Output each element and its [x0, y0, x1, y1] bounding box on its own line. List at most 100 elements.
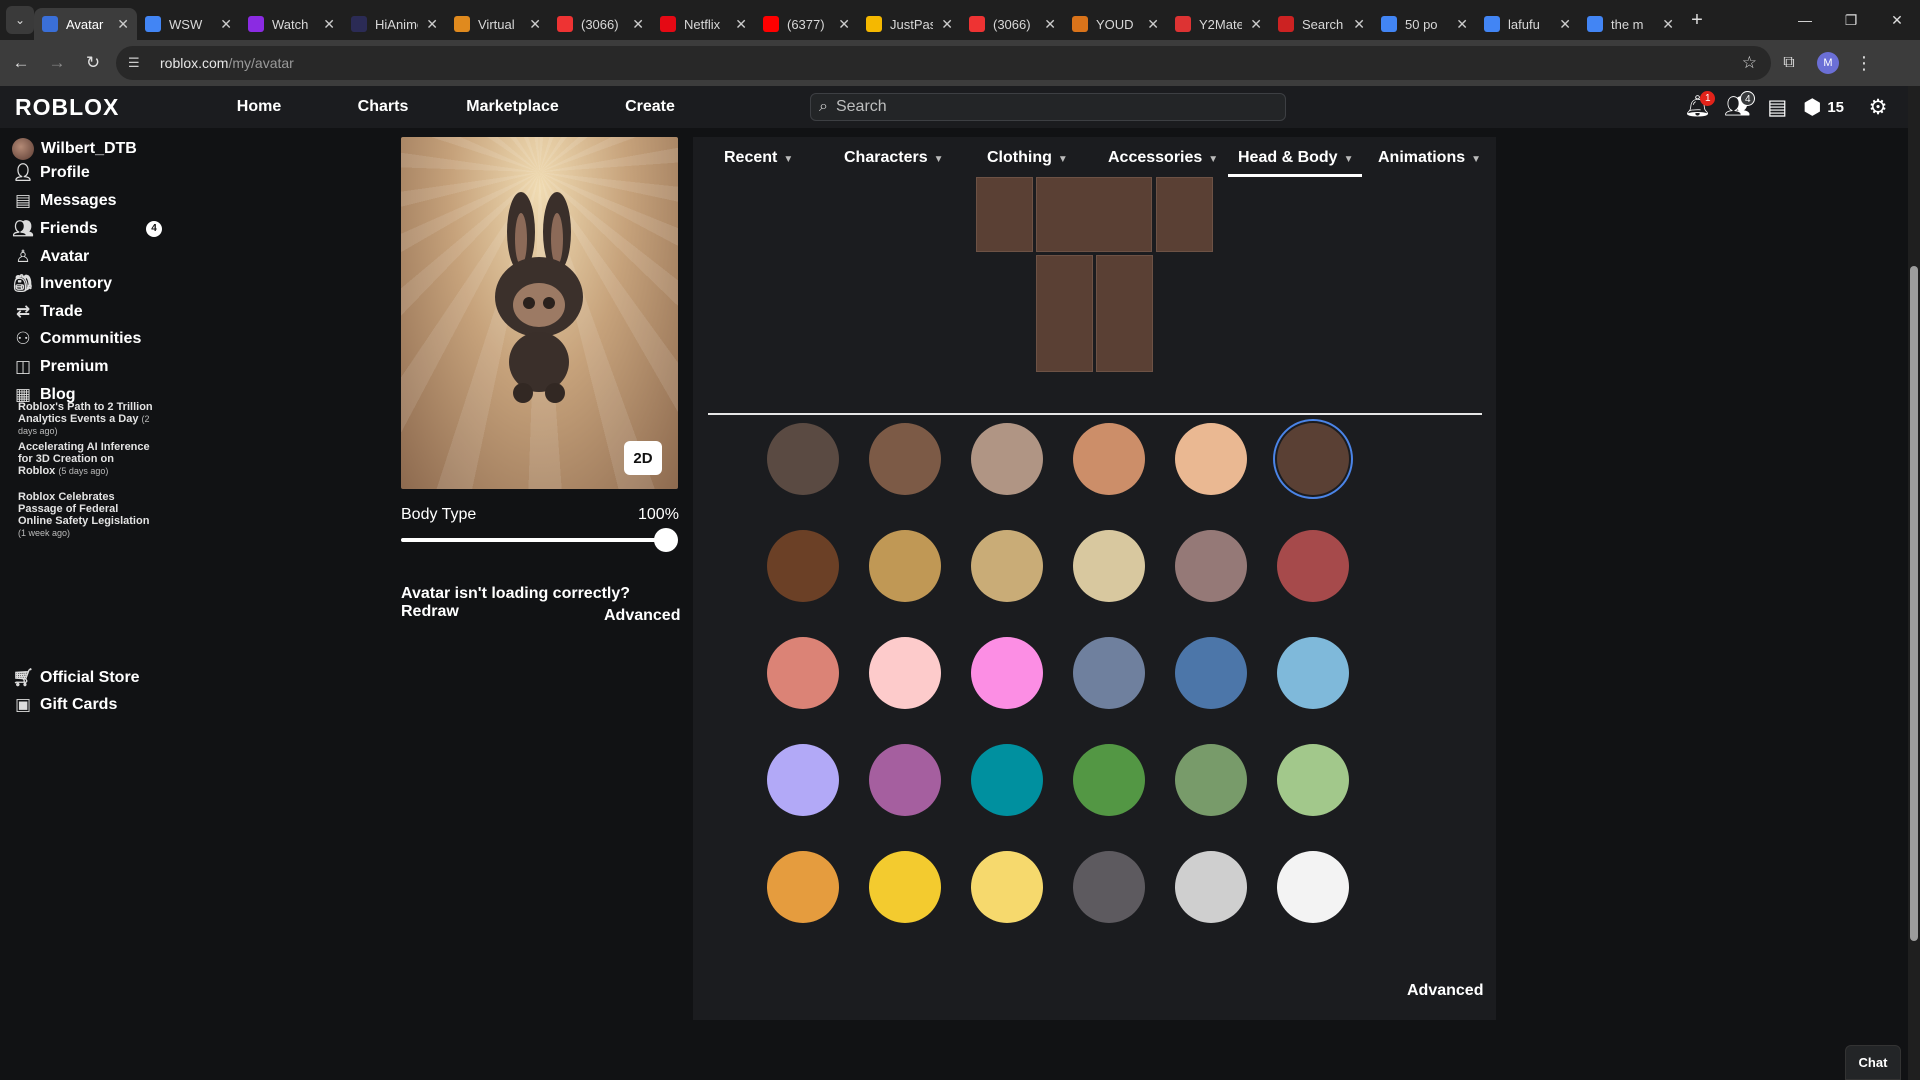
skin-color-swatch[interactable] — [869, 530, 941, 602]
sidebar-item-premium[interactable]: ◫ Premium — [12, 357, 162, 377]
skin-color-swatch[interactable] — [1277, 637, 1349, 709]
skin-color-swatch[interactable] — [1073, 637, 1145, 709]
tab-close-icon[interactable]: ✕ — [1353, 16, 1365, 33]
tab-close-icon[interactable]: ✕ — [735, 16, 747, 33]
body-part-left-arm[interactable] — [1156, 177, 1213, 252]
body-part-right-arm[interactable] — [976, 177, 1033, 252]
skin-color-swatch[interactable] — [1277, 423, 1349, 495]
blog-post-link[interactable]: Roblox Celebrates Passage of Federal Onl… — [18, 491, 153, 539]
skin-color-swatch[interactable] — [971, 637, 1043, 709]
chat-button[interactable]: Chat — [1845, 1045, 1901, 1080]
browser-tab[interactable]: YOUD ✕ — [1064, 8, 1167, 40]
browser-tab[interactable]: Avatar ✕ — [34, 8, 137, 40]
tab-close-icon[interactable]: ✕ — [117, 16, 129, 33]
browser-tab[interactable]: Netflix ✕ — [652, 8, 755, 40]
skin-color-swatch[interactable] — [1175, 530, 1247, 602]
sidebar-item-communities[interactable]: ⚇ Communities — [12, 329, 162, 349]
address-bar[interactable]: ☰ roblox.com/my/avatar ☆ — [116, 46, 1771, 80]
tab-close-icon[interactable]: ✕ — [1559, 16, 1571, 33]
new-tab-button[interactable]: + — [1682, 9, 1712, 32]
browser-profile-avatar[interactable]: M — [1817, 52, 1839, 74]
browser-tab[interactable]: Search ✕ — [1270, 8, 1373, 40]
tab-close-icon[interactable]: ✕ — [632, 16, 644, 33]
tab-close-icon[interactable]: ✕ — [838, 16, 850, 33]
scrollbar-thumb[interactable] — [1910, 266, 1918, 941]
skin-color-swatch[interactable] — [971, 744, 1043, 816]
robux-balance[interactable]: 15 — [1827, 99, 1844, 116]
browser-tab[interactable]: Y2Mate ✕ — [1167, 8, 1270, 40]
tab-recent[interactable]: Recent ▼ — [724, 149, 793, 167]
nav-charts[interactable]: Charts — [333, 98, 433, 116]
sidebar-item-messages[interactable]: ▤ Messages — [12, 191, 162, 211]
browser-tab[interactable]: 50 po ✕ — [1373, 8, 1476, 40]
advanced-link[interactable]: Advanced — [604, 607, 680, 625]
redraw-link[interactable]: Redraw — [401, 603, 459, 620]
browser-tab[interactable]: Virtual ✕ — [446, 8, 549, 40]
forward-arrow-icon[interactable]: → — [42, 48, 72, 78]
friends-icon[interactable]: 👥︎ 4 — [1717, 91, 1757, 119]
skin-color-swatch[interactable] — [1175, 851, 1247, 923]
skin-color-swatch[interactable] — [767, 851, 839, 923]
nav-create[interactable]: Create — [596, 98, 704, 116]
sidebar-item-profile[interactable]: 👤︎ Profile — [12, 163, 162, 183]
browser-menu-icon[interactable]: ⋮ — [1855, 53, 1873, 74]
skin-color-swatch[interactable] — [1175, 744, 1247, 816]
restore-icon[interactable]: ❐ — [1828, 12, 1874, 29]
close-window-icon[interactable]: ✕ — [1874, 12, 1920, 29]
skin-color-swatch[interactable] — [971, 851, 1043, 923]
sidebar-item-avatar[interactable]: ♙ Avatar — [12, 247, 162, 267]
skin-color-swatch[interactable] — [1175, 423, 1247, 495]
tab-head-and-body[interactable]: Head & Body ▼ — [1238, 149, 1353, 167]
blog-post-link[interactable]: Accelerating AI Inference for 3D Creatio… — [18, 441, 153, 477]
sidebar-item-inventory[interactable]: 🎒︎ Inventory — [12, 274, 162, 294]
settings-gear-icon[interactable]: ⚙ — [1858, 95, 1898, 120]
toggle-2d-button[interactable]: 2D — [624, 441, 662, 475]
sidebar-user[interactable]: Wilbert_DTB — [12, 138, 137, 160]
skin-color-swatch[interactable] — [1073, 744, 1145, 816]
robux-icon[interactable]: ⬢ — [1797, 95, 1827, 120]
reload-icon[interactable]: ↻ — [78, 48, 108, 78]
tab-clothing[interactable]: Clothing ▼ — [987, 149, 1068, 167]
skin-color-swatch[interactable] — [1277, 744, 1349, 816]
sidebar-item-trade[interactable]: ⇄ Trade — [12, 302, 162, 322]
tab-animations[interactable]: Animations ▼ — [1378, 149, 1481, 167]
skin-color-swatch[interactable] — [767, 637, 839, 709]
tab-close-icon[interactable]: ✕ — [426, 16, 438, 33]
tab-close-icon[interactable]: ✕ — [220, 16, 232, 33]
extensions-icon[interactable]: ⧉ — [1771, 54, 1807, 72]
browser-tab[interactable]: (3066) ✕ — [549, 8, 652, 40]
tab-close-icon[interactable]: ✕ — [529, 16, 541, 33]
browser-tab[interactable]: JustPaste ✕ — [858, 8, 961, 40]
blog-post-link[interactable]: Roblox's Path to 2 Trillion Analytics Ev… — [18, 401, 153, 437]
sidebar-item-friends[interactable]: 👥︎ Friends 4 — [12, 219, 162, 239]
tab-accessories[interactable]: Accessories ▼ — [1108, 149, 1218, 167]
skin-color-swatch[interactable] — [767, 744, 839, 816]
skin-color-swatch[interactable] — [1073, 851, 1145, 923]
skin-color-swatch[interactable] — [767, 423, 839, 495]
tab-characters[interactable]: Characters ▼ — [844, 149, 944, 167]
skin-color-swatch[interactable] — [869, 851, 941, 923]
sidebar-item-gift-cards[interactable]: ▣ Gift Cards — [12, 695, 162, 715]
skin-color-swatch[interactable] — [1277, 851, 1349, 923]
nav-marketplace[interactable]: Marketplace — [446, 98, 579, 116]
avatar-preview[interactable]: 2D — [401, 137, 678, 489]
skin-color-swatch[interactable] — [1073, 423, 1145, 495]
skin-color-swatch[interactable] — [869, 744, 941, 816]
bookmark-star-icon[interactable]: ☆ — [1742, 53, 1757, 73]
tab-search-chevron-icon[interactable]: ⌄ — [6, 6, 34, 34]
tab-close-icon[interactable]: ✕ — [323, 16, 335, 33]
skin-color-swatch[interactable] — [1277, 530, 1349, 602]
browser-tab[interactable]: lafufu ✕ — [1476, 8, 1579, 40]
skin-color-swatch[interactable] — [1175, 637, 1247, 709]
minimize-icon[interactable]: — — [1782, 12, 1828, 29]
skin-color-swatch[interactable] — [767, 530, 839, 602]
tab-close-icon[interactable]: ✕ — [941, 16, 953, 33]
nav-home[interactable]: Home — [185, 98, 333, 116]
browser-tab[interactable]: WSW ✕ — [137, 8, 240, 40]
chat-messages-icon[interactable]: ▤ — [1757, 95, 1797, 120]
tab-close-icon[interactable]: ✕ — [1662, 16, 1674, 33]
tab-close-icon[interactable]: ✕ — [1456, 16, 1468, 33]
sidebar-item-official-store[interactable]: 🛒︎ Official Store — [12, 668, 162, 688]
browser-tab[interactable]: Watch ✕ — [240, 8, 343, 40]
skin-color-swatch[interactable] — [971, 530, 1043, 602]
